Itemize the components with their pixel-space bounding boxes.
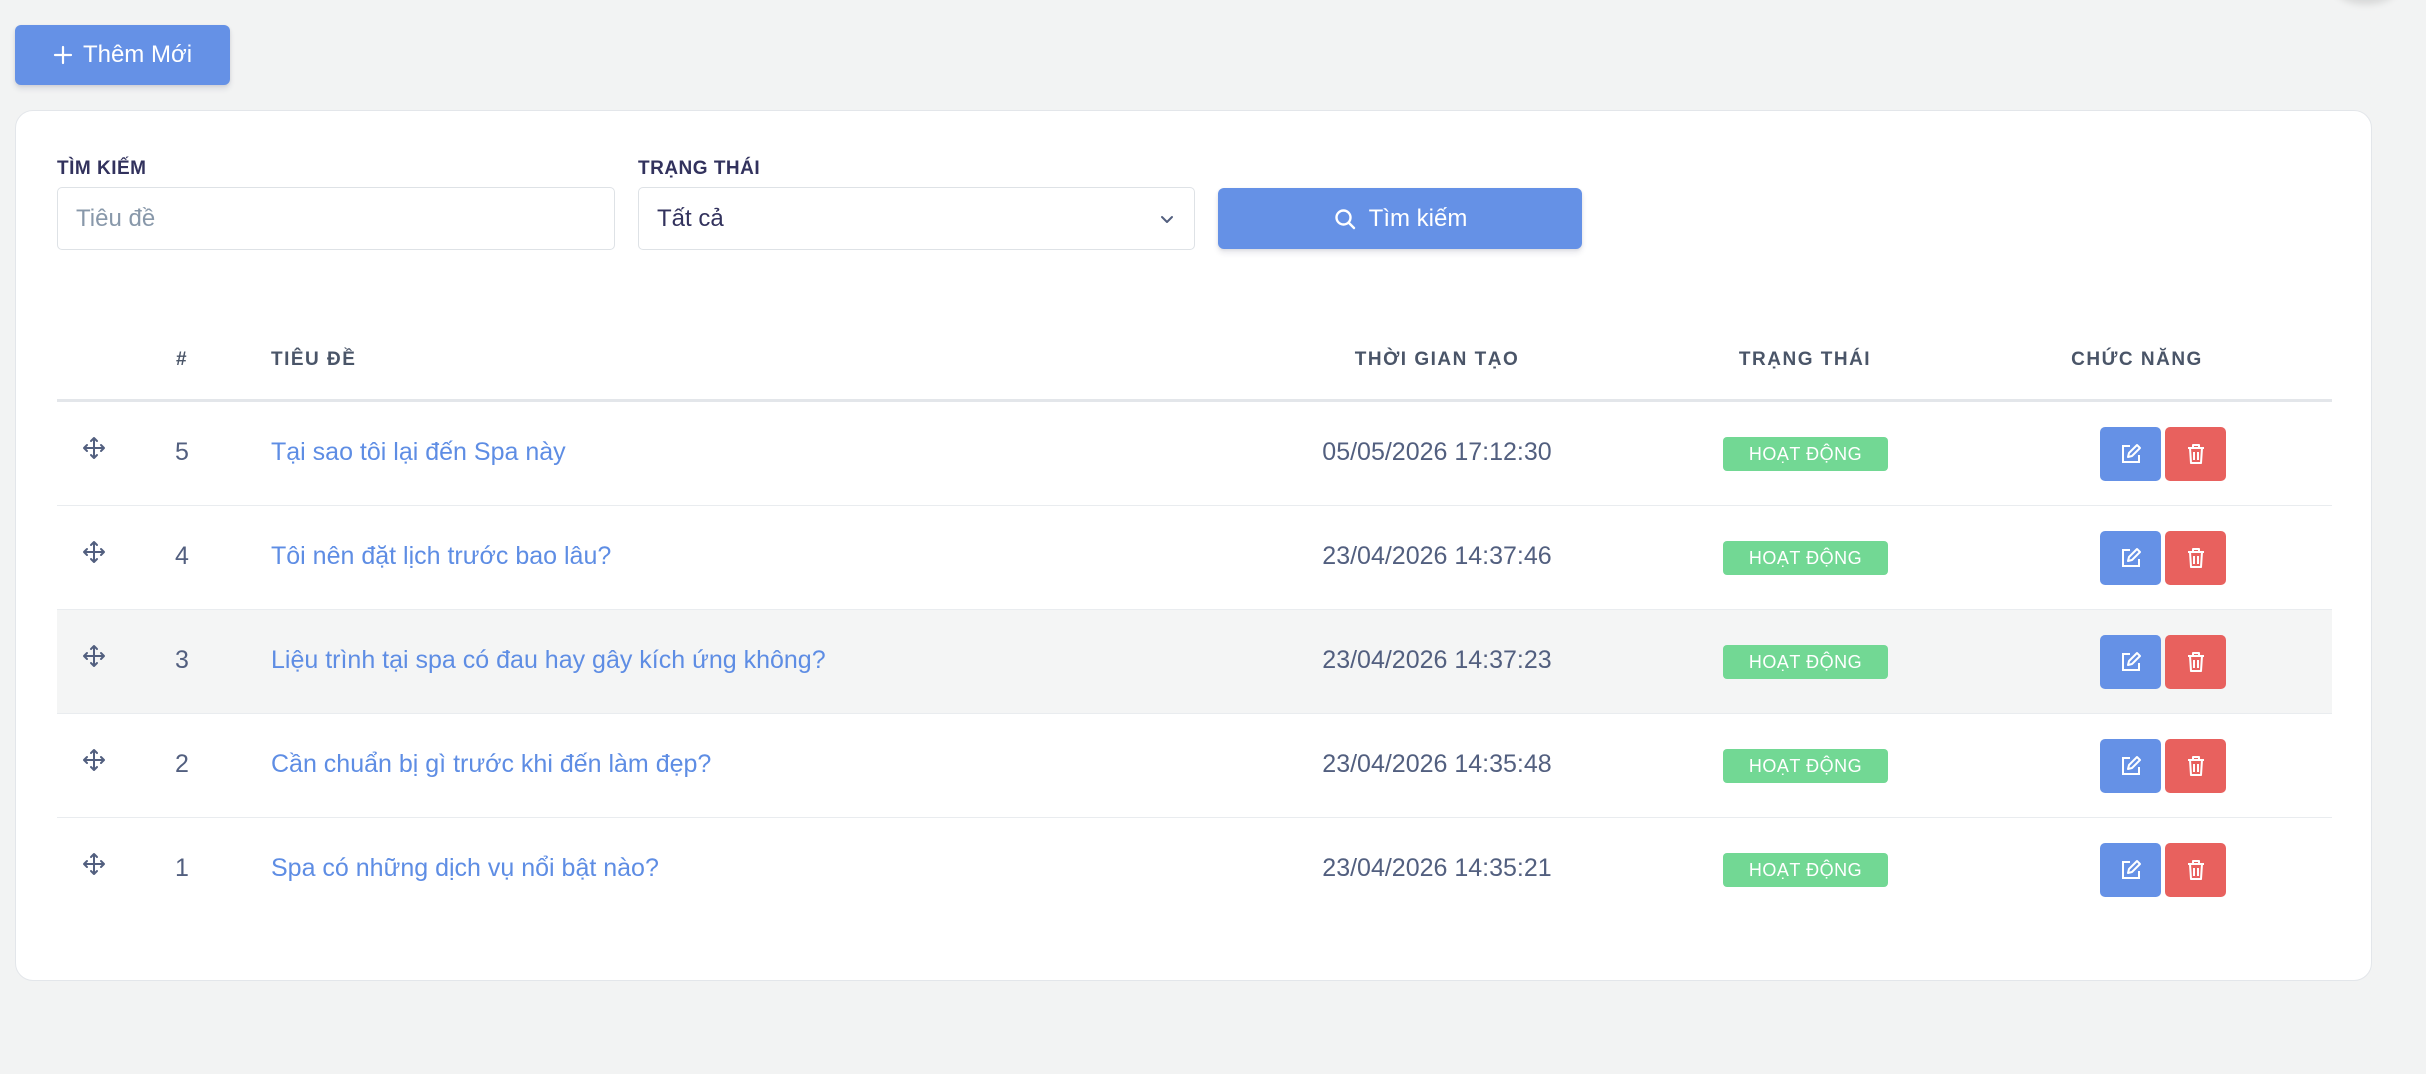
header-created: THỜI GIAN TẠO [1354,349,1520,370]
status-badge: HOẠT ĐỘNG [1723,749,1888,783]
row-title-link[interactable]: Cần chuẩn bị gì trước khi đến làm đẹp? [271,750,711,779]
delete-button[interactable] [2165,531,2226,585]
search-icon [1334,208,1355,229]
edit-icon [2121,444,2141,463]
row-title-link[interactable]: Liệu trình tại spa có đau hay gây kích ứ… [271,646,826,675]
search-input[interactable]: Tiêu đề [57,187,615,250]
edit-button[interactable] [2100,531,2161,585]
row-created: 23/04/2026 14:37:23 [1322,646,1552,674]
edit-icon [2121,548,2141,567]
trash-icon [2187,756,2204,776]
header-title: TIÊU ĐỀ [271,349,357,370]
search-button[interactable]: Tìm kiếm [1218,188,1582,249]
status-badge: HOẠT ĐỘNG [1723,437,1888,471]
delete-button[interactable] [2165,635,2226,689]
row-title-link[interactable]: Tôi nên đặt lịch trước bao lâu? [271,542,611,571]
status-select[interactable]: Tất cả [638,187,1195,250]
row-created: 05/05/2026 17:12:30 [1322,438,1552,466]
row-title-link[interactable]: Spa có những dịch vụ nổi bật nào? [271,854,659,883]
edit-button[interactable] [2100,427,2161,481]
table-row: 3 Liệu trình tại spa có đau hay gây kích… [57,610,2332,714]
status-select-value: Tất cả [657,204,724,232]
edit-icon [2121,652,2141,671]
row-created: 23/04/2026 14:37:46 [1322,542,1552,570]
move-icon[interactable] [82,436,106,460]
list-card: TÌM KIẾM Tiêu đề TRẠNG THÁI Tất cả Tìm k… [15,110,2372,981]
move-icon[interactable] [82,644,106,668]
move-icon[interactable] [82,748,106,772]
edit-icon [2121,756,2141,775]
row-num: 2 [175,750,189,778]
trash-icon [2187,444,2204,464]
header-status: TRẠNG THÁI [1738,349,1872,370]
table-row: 4 Tôi nên đặt lịch trước bao lâu? 23/04/… [57,506,2332,610]
row-num: 3 [175,646,189,674]
delete-button[interactable] [2165,739,2226,793]
row-num: 1 [175,854,189,882]
header-num: # [176,349,189,370]
row-title-link[interactable]: Tại sao tôi lại đến Spa này [271,438,566,467]
row-created: 23/04/2026 14:35:48 [1322,750,1552,778]
status-label: TRẠNG THÁI [638,158,761,179]
add-new-button[interactable]: Thêm Mới [15,25,230,85]
trash-icon [2187,548,2204,568]
move-icon[interactable] [82,852,106,876]
delete-button[interactable] [2165,843,2226,897]
faq-table: # TIÊU ĐỀ THỜI GIAN TẠO TRẠNG THÁI CHỨC … [57,316,2332,921]
search-placeholder: Tiêu đề [76,204,156,232]
row-num: 4 [175,542,189,570]
trash-icon [2187,860,2204,880]
delete-button[interactable] [2165,427,2226,481]
edit-button[interactable] [2100,635,2161,689]
table-row: 5 Tại sao tôi lại đến Spa này 05/05/2026… [57,402,2332,506]
status-badge: HOẠT ĐỘNG [1723,541,1888,575]
search-button-label: Tìm kiếm [1368,204,1468,232]
chevron-down-icon [1161,216,1173,223]
table-row: 1 Spa có những dịch vụ nổi bật nào? 23/0… [57,818,2332,921]
search-label: TÌM KIẾM [57,158,147,179]
table-header: # TIÊU ĐỀ THỜI GIAN TẠO TRẠNG THÁI CHỨC … [57,316,2332,402]
edit-button[interactable] [2100,739,2161,793]
trash-icon [2187,652,2204,672]
move-icon[interactable] [82,540,106,564]
row-created: 23/04/2026 14:35:21 [1322,854,1552,882]
status-badge: HOẠT ĐỘNG [1723,645,1888,679]
edit-icon [2121,860,2141,879]
header-actions: CHỨC NĂNG [2071,349,2203,370]
plus-icon [53,45,73,65]
table-row: 2 Cần chuẩn bị gì trước khi đến làm đẹp?… [57,714,2332,818]
edit-button[interactable] [2100,843,2161,897]
status-badge: HOẠT ĐỘNG [1723,853,1888,887]
add-new-label: Thêm Mới [82,41,193,68]
row-num: 5 [175,438,189,466]
